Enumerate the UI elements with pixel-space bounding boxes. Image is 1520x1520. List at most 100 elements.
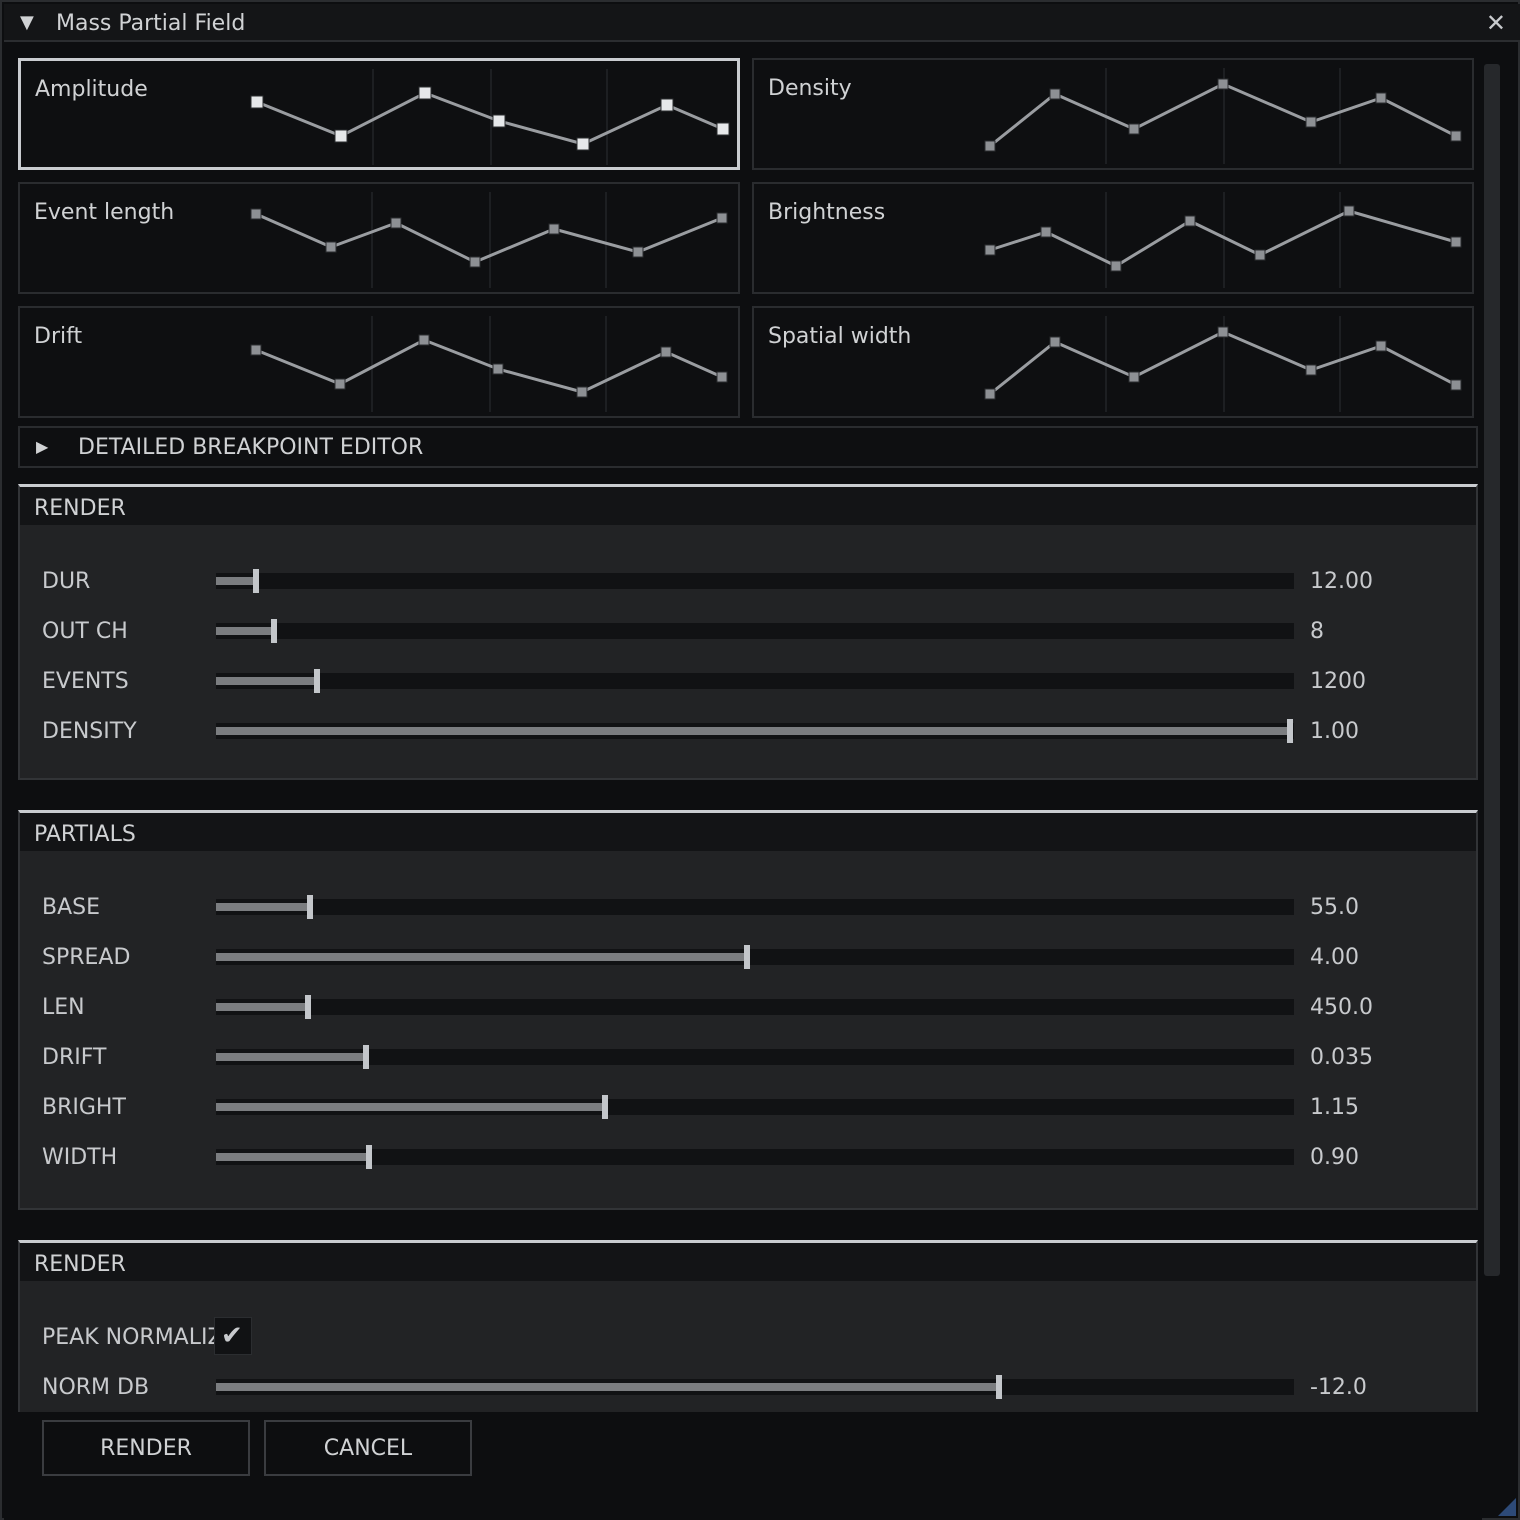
title-bar[interactable]: ▼ Mass Partial Field ✕ [4,4,1520,42]
curve-breakpoint[interactable] [1128,371,1140,383]
width-slider[interactable] [216,1145,1294,1169]
param-label: EVENTS [42,669,129,694]
bright-slider[interactable] [216,1095,1294,1119]
slider-handle[interactable] [366,1145,373,1169]
curve-breakpoint[interactable] [325,241,337,253]
curve-breakpoint[interactable] [418,86,432,100]
slider-handle[interactable] [252,569,259,593]
slider-handle[interactable] [304,995,311,1019]
curve-breakpoint[interactable] [984,244,996,256]
slider-fill [216,1053,366,1061]
curve-breakpoint[interactable] [984,388,996,400]
curve-card-drift[interactable]: Drift [18,306,740,418]
curve-breakpoint[interactable] [660,98,674,112]
curve-breakpoint[interactable] [1450,379,1462,391]
curve-graph-event-length[interactable] [20,184,742,296]
curve-breakpoint[interactable] [632,246,644,258]
curve-card-brightness[interactable]: Brightness [752,182,1474,294]
curve-breakpoint[interactable] [984,140,996,152]
curve-breakpoint[interactable] [576,386,588,398]
slider-fill [216,953,748,961]
scrollbar-thumb[interactable] [1484,64,1500,1276]
curve-breakpoint[interactable] [469,256,481,268]
slider-handle[interactable] [602,1095,609,1119]
slider-handle[interactable] [995,1375,1002,1399]
slider-handle[interactable] [314,669,321,693]
curve-breakpoint[interactable] [716,212,728,224]
curve-breakpoint[interactable] [492,363,504,375]
density-slider[interactable] [216,719,1294,743]
curve-breakpoint[interactable] [1049,88,1061,100]
drift-slider[interactable] [216,1045,1294,1069]
close-icon[interactable]: ✕ [1486,10,1506,36]
len-slider[interactable] [216,995,1294,1019]
slider-handle[interactable] [362,1045,369,1069]
curve-graph-drift[interactable] [20,308,742,420]
slider-handle[interactable] [744,945,751,969]
param-row-density: DENSITY 1.00 [20,707,1476,757]
param-value: 0.90 [1310,1145,1359,1170]
curve-breakpoint[interactable] [1128,123,1140,135]
curve-breakpoint[interactable] [1375,92,1387,104]
curve-graph-amplitude[interactable] [21,61,743,173]
curve-card-spatial-width[interactable]: Spatial width [752,306,1474,418]
curve-graph-density[interactable] [754,60,1476,172]
peak-normalize-checkbox[interactable]: ✔ [214,1317,252,1355]
curve-breakpoint[interactable] [1254,249,1266,261]
out-ch-slider[interactable] [216,619,1294,643]
curve-breakpoint[interactable] [1450,236,1462,248]
curve-breakpoint[interactable] [1305,364,1317,376]
param-row-events: EVENTS 1200 [20,657,1476,707]
curve-breakpoint[interactable] [334,129,348,143]
curve-breakpoint[interactable] [250,344,262,356]
param-label: PEAK NORMALIZE [42,1325,214,1350]
curve-breakpoint[interactable] [1343,205,1355,217]
curve-breakpoint[interactable] [1110,260,1122,272]
curve-breakpoint[interactable] [660,346,672,358]
collapse-triangle-icon[interactable]: ▼ [20,13,34,33]
detailed-breakpoint-editor-toggle[interactable]: ▶ DETAILED BREAKPOINT EDITOR [18,426,1478,468]
slider-handle[interactable] [271,619,278,643]
param-value: 0.035 [1310,1045,1373,1070]
render-section-header: RENDER [20,487,1476,525]
slider-handle[interactable] [306,895,313,919]
resize-grip-icon[interactable] [1498,1498,1516,1516]
curve-card-density[interactable]: Density [752,58,1474,170]
curve-breakpoint[interactable] [250,208,262,220]
curve-breakpoint[interactable] [716,371,728,383]
curve-graph-spatial-width[interactable] [754,308,1476,420]
curve-breakpoint[interactable] [548,223,560,235]
curve-breakpoint[interactable] [1450,130,1462,142]
curve-breakpoint[interactable] [492,114,506,128]
render-button[interactable]: RENDER [42,1420,250,1476]
curve-breakpoint[interactable] [334,378,346,390]
curve-breakpoint[interactable] [418,334,430,346]
curve-card-event-length[interactable]: Event length [18,182,740,294]
norm-db-slider[interactable] [216,1375,1294,1399]
curve-breakpoint[interactable] [250,95,264,109]
dialog-window: ▼ Mass Partial Field ✕ Amplitude Density… [0,0,1520,1520]
curve-breakpoint[interactable] [1184,215,1196,227]
slider-fill [216,1003,308,1011]
curve-breakpoint[interactable] [716,122,730,136]
curve-graph-brightness[interactable] [754,184,1476,296]
dur-slider[interactable] [216,569,1294,593]
param-row-out-ch: OUT CH 8 [20,607,1476,657]
curve-breakpoint[interactable] [1305,116,1317,128]
curve-card-amplitude[interactable]: Amplitude [18,58,740,170]
curve-breakpoint[interactable] [1040,226,1052,238]
output-render-section-header: RENDER [20,1243,1476,1281]
curve-breakpoint[interactable] [576,137,590,151]
param-row-peak-normalize: PEAK NORMALIZE ✔ [20,1313,1476,1363]
curve-breakpoint[interactable] [390,217,402,229]
curve-breakpoint[interactable] [1217,78,1229,90]
cancel-button[interactable]: CANCEL [264,1420,472,1476]
curve-breakpoint[interactable] [1217,326,1229,338]
events-slider[interactable] [216,669,1294,693]
slider-handle[interactable] [1286,719,1293,743]
curve-breakpoint[interactable] [1049,336,1061,348]
curve-breakpoint[interactable] [1375,340,1387,352]
base-slider[interactable] [216,895,1294,919]
button-bar: RENDER CANCEL [4,1412,1482,1520]
spread-slider[interactable] [216,945,1294,969]
